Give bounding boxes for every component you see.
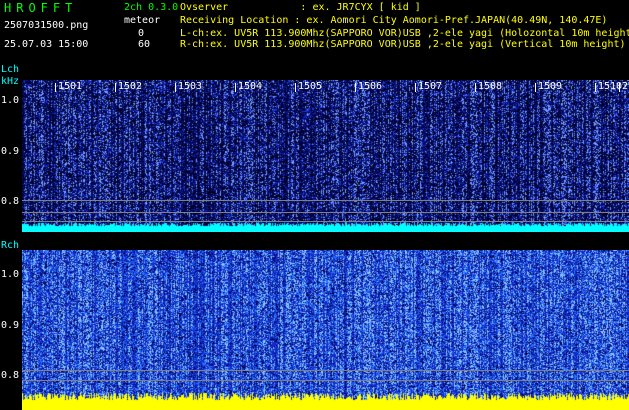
- threshold-value: 60: [138, 39, 151, 50]
- meteor-count: 0: [138, 28, 145, 39]
- time-label: 1505: [298, 81, 323, 92]
- meteor-label: meteor: [124, 15, 161, 26]
- rch-info: R-ch:ex. UV5R 113.900Mhz(SAPPORO VOR)USB…: [180, 39, 626, 50]
- rch-tick-0.9: 0.9: [1, 320, 20, 331]
- lch-tick-1.0: 1.0: [1, 95, 20, 106]
- rch-tick-0.8: 0.8: [1, 370, 20, 381]
- rch-label: Rch: [1, 240, 20, 251]
- lch-unit: kHz: [1, 76, 20, 87]
- time-tick: [175, 83, 176, 92]
- mode-label: 2ch 0.3.0: [124, 2, 179, 13]
- observer-info: Ovserver : ex. JR7CYX [ kid ]: [180, 2, 421, 13]
- lch-tick-0.9: 0.9: [1, 146, 20, 157]
- time-tick: [415, 83, 416, 92]
- time-label: 1506: [358, 81, 383, 92]
- app-title: HROFFT: [4, 1, 78, 15]
- time-tick: [235, 83, 236, 92]
- lch-tick-0.8: 0.8: [1, 196, 20, 207]
- lch-gridline: [22, 221, 629, 222]
- time-tick: [475, 83, 476, 92]
- time-label: 1502: [118, 81, 143, 92]
- time-label: 2: [622, 81, 629, 92]
- time-tick: [619, 83, 620, 92]
- lch-gridline: [22, 212, 629, 213]
- rch-gridline: [22, 370, 629, 371]
- filename: 2507031500.png: [4, 20, 89, 31]
- time-tick: [295, 83, 296, 92]
- datetime: 25.07.03 15:00: [4, 39, 89, 50]
- rch-spectrogram: [22, 250, 629, 410]
- time-label: 1507: [418, 81, 443, 92]
- location-info: Receiving Location : ex. Aomori City Aom…: [180, 15, 608, 26]
- lch-label: Lch: [1, 64, 20, 75]
- time-tick: [55, 83, 56, 92]
- time-tick: [535, 83, 536, 92]
- time-label: 1501: [58, 81, 83, 92]
- time-label: 1503: [178, 81, 203, 92]
- time-tick: [355, 83, 356, 92]
- lch-spectrogram: [22, 80, 629, 232]
- time-tick: [595, 83, 596, 92]
- lch-gridline: [22, 200, 629, 201]
- time-label: 1508: [478, 81, 503, 92]
- time-tick: [115, 83, 116, 92]
- rch-tick-1.0: 1.0: [1, 269, 20, 280]
- time-label: 1504: [238, 81, 263, 92]
- time-label: 1509: [538, 81, 563, 92]
- rch-gridline: [22, 380, 629, 381]
- lch-info: L-ch:ex. UV5R 113.900Mhz(SAPPORO VOR)USB…: [180, 28, 629, 39]
